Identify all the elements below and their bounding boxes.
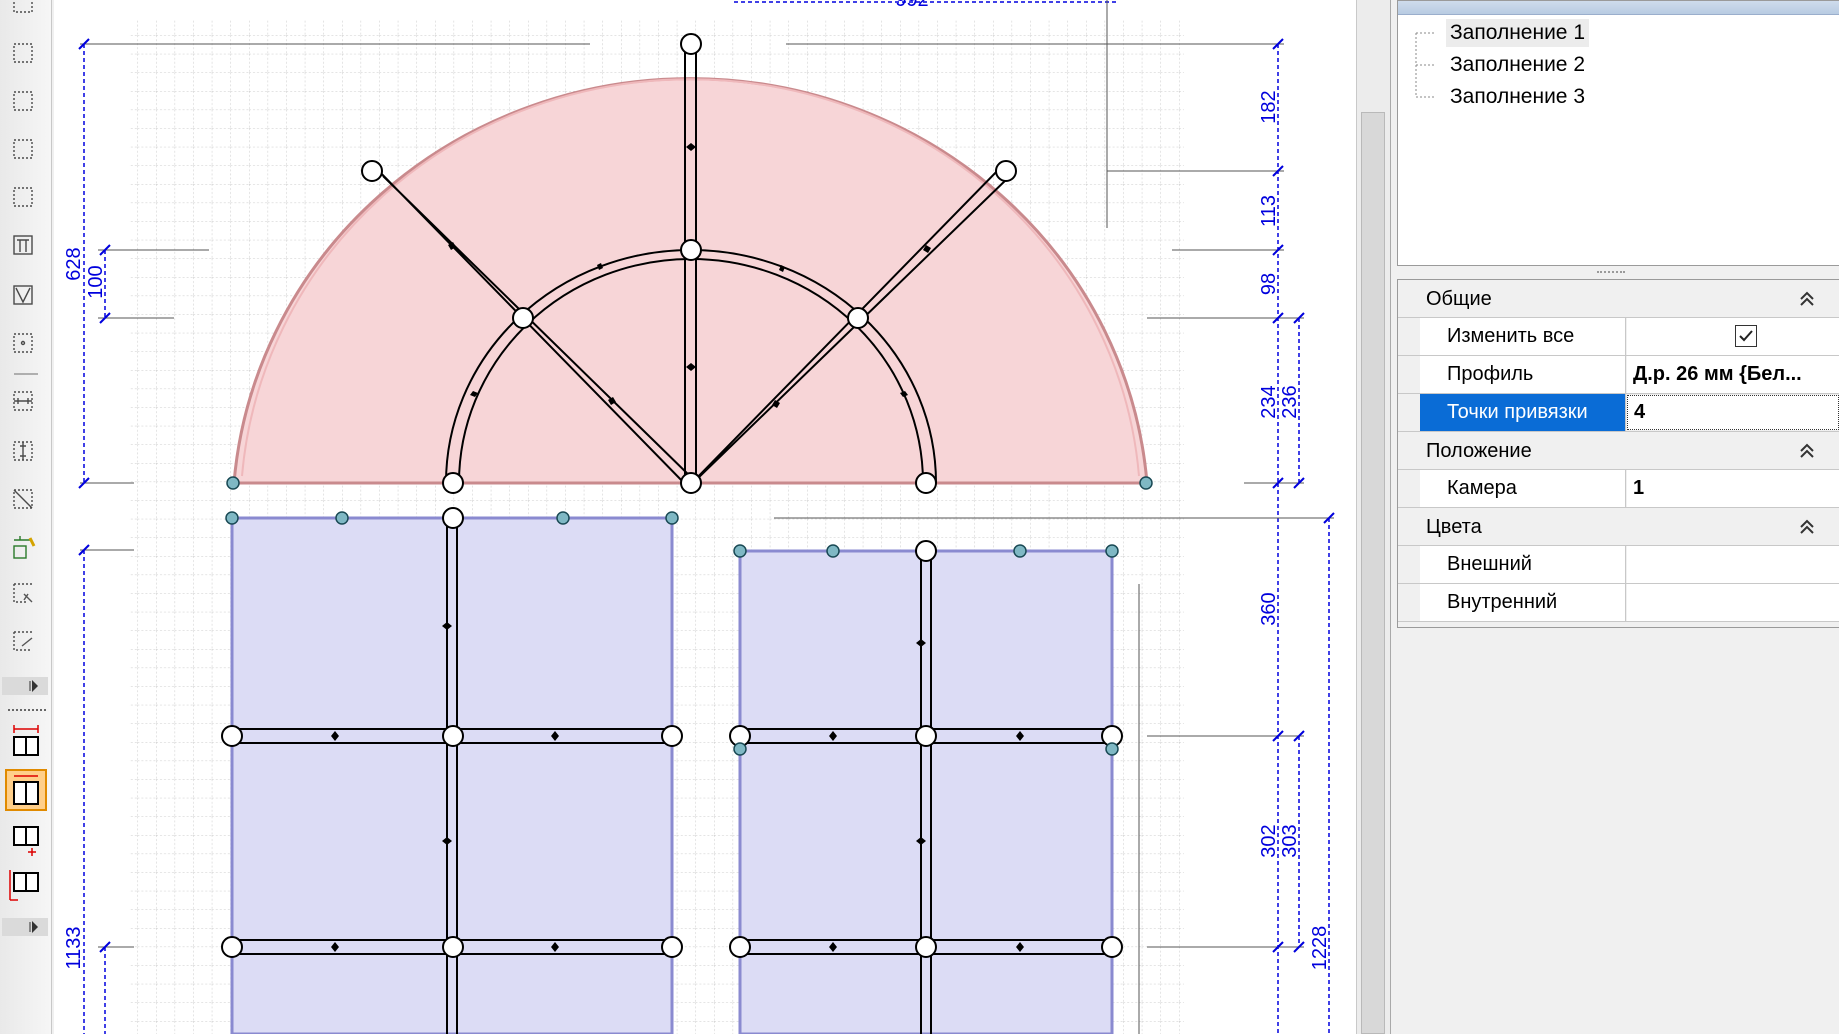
left-toolbar xyxy=(0,0,52,1034)
property-grid: Общие Изменить все Профиль Д.р. 26 мм {Б… xyxy=(1397,279,1839,628)
prop-row-change-all[interactable]: Изменить все xyxy=(1398,318,1839,356)
layout-variant-3-icon[interactable] xyxy=(13,826,39,856)
drawing-canvas[interactable]: 992 628 100 1133 182 113 98 234 236 360 … xyxy=(54,0,1356,1034)
prop-name: Камера xyxy=(1420,470,1626,507)
category-general[interactable]: Общие xyxy=(1398,280,1839,318)
expand-icon[interactable] xyxy=(2,918,48,936)
dim-113: 113 xyxy=(1258,195,1280,227)
scrollbar-thumb[interactable] xyxy=(1361,112,1385,1034)
dim-98: 98 xyxy=(1258,273,1280,295)
frame-icon[interactable] xyxy=(13,187,33,207)
structure-tree: Заполнение 1 Заполнение 2 Заполнение 3 xyxy=(1397,0,1839,266)
panel-splitter[interactable] xyxy=(1397,268,1839,276)
prop-name: Изменить все xyxy=(1420,318,1626,355)
frame-icon[interactable] xyxy=(13,0,33,13)
v-profile-icon[interactable] xyxy=(13,285,33,305)
outer-color-value[interactable] xyxy=(1627,546,1839,583)
category-label: Общие xyxy=(1426,288,1492,310)
category-position[interactable]: Положение xyxy=(1398,432,1839,470)
dim-236: 236 xyxy=(1279,385,1301,418)
t-profile-icon[interactable] xyxy=(13,235,33,255)
edit-impost-icon[interactable] xyxy=(13,583,33,603)
dim-1228: 1228 xyxy=(1309,926,1331,971)
prop-row-chamber[interactable]: Камера 1 xyxy=(1398,470,1839,508)
dim-1133: 1133 xyxy=(63,926,85,969)
diagonal-impost-icon[interactable] xyxy=(13,489,33,509)
dim-302: 302 xyxy=(1258,824,1280,857)
layout-variant-4-icon[interactable] xyxy=(9,870,39,901)
prop-row-profile[interactable]: Профиль Д.р. 26 мм {Бел... xyxy=(1398,356,1839,394)
dim-234: 234 xyxy=(1258,385,1280,418)
vertical-impost-icon[interactable] xyxy=(13,441,33,461)
category-label: Положение xyxy=(1426,440,1532,462)
layout-variant-1-icon[interactable] xyxy=(13,725,39,756)
inner-color-value[interactable] xyxy=(1627,584,1839,621)
category-label: Цвета xyxy=(1426,516,1482,538)
change-all-checkbox[interactable] xyxy=(1735,325,1757,347)
right-panel: Заполнение 1 Заполнение 2 Заполнение 3 О… xyxy=(1390,0,1839,1034)
collapse-icon[interactable] xyxy=(1797,441,1817,461)
chamber-value[interactable]: 1 xyxy=(1627,470,1839,507)
frame-icon[interactable] xyxy=(13,333,33,353)
collapse-icon[interactable] xyxy=(1797,517,1817,537)
dim-360: 360 xyxy=(1258,592,1280,625)
move-impost-icon[interactable] xyxy=(13,631,33,651)
dim-182: 182 xyxy=(1258,90,1280,123)
frame-icon[interactable] xyxy=(13,91,33,111)
tree-item-fill-1[interactable]: Заполнение 1 xyxy=(1446,19,1590,47)
dim-top-width: 992 xyxy=(895,0,928,11)
prop-name: Профиль xyxy=(1420,356,1626,393)
horizontal-impost-icon[interactable] xyxy=(13,391,33,411)
frame-icon[interactable] xyxy=(13,139,33,159)
layout-variant-2-icon[interactable] xyxy=(5,769,47,811)
tree-item-fill-2[interactable]: Заполнение 2 xyxy=(1446,51,1589,79)
prop-value[interactable] xyxy=(1627,318,1839,355)
profile-value[interactable]: Д.р. 26 мм {Бел... xyxy=(1627,356,1839,393)
dim-303: 303 xyxy=(1279,824,1301,857)
prop-name: Внутренний xyxy=(1420,584,1626,621)
lower-right-sash[interactable] xyxy=(738,549,1114,1034)
prop-name: Точки привязки xyxy=(1420,394,1626,431)
tree-header xyxy=(1398,1,1839,15)
vertical-scrollbar[interactable] xyxy=(1356,0,1391,1034)
category-colors[interactable]: Цвета xyxy=(1398,508,1839,546)
dim-628: 628 xyxy=(63,247,85,280)
add-impost-icon[interactable] xyxy=(13,536,36,559)
prop-row-outer-color[interactable]: Внешний xyxy=(1398,546,1839,584)
anchor-points-input[interactable]: 4 xyxy=(1627,395,1839,430)
collapse-icon[interactable] xyxy=(1797,289,1817,309)
tree-item-fill-3[interactable]: Заполнение 3 xyxy=(1446,83,1589,111)
expand-icon[interactable] xyxy=(2,677,48,695)
dim-100: 100 xyxy=(85,265,107,298)
prop-name: Внешний xyxy=(1420,546,1626,583)
prop-row-inner-color[interactable]: Внутренний xyxy=(1398,584,1839,622)
prop-row-anchor-points[interactable]: Точки привязки 4 xyxy=(1398,394,1839,432)
frame-icon[interactable] xyxy=(13,43,33,63)
